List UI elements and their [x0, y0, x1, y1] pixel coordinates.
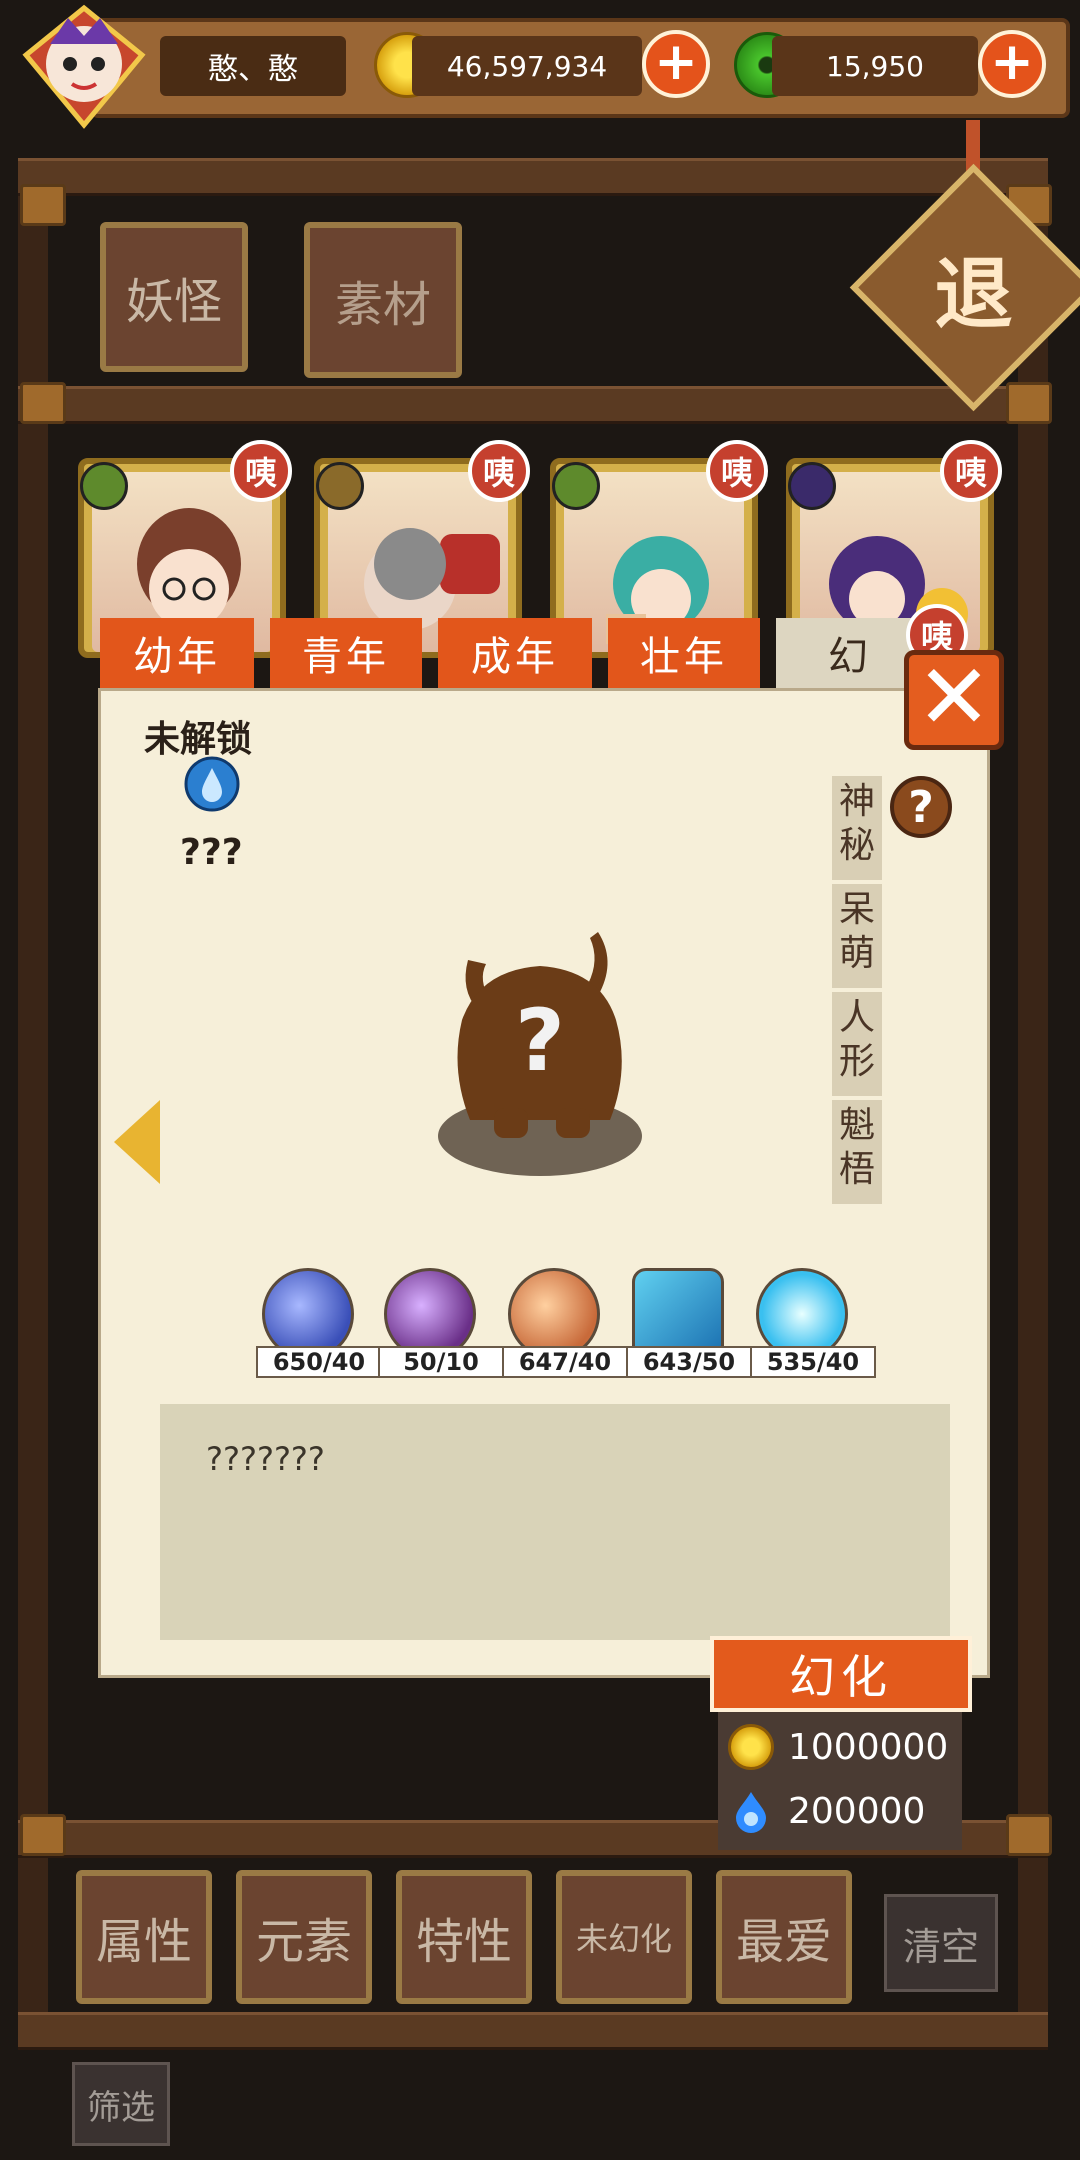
gold-coin-icon	[728, 1724, 774, 1770]
player-avatar[interactable]	[14, 0, 154, 130]
previous-arrow-icon[interactable]	[114, 1100, 160, 1184]
unknown-monster-silhouette: ?	[438, 932, 642, 1176]
tab-phantom[interactable]: 幻	[776, 618, 924, 688]
filter-trait-button[interactable]: 特性	[396, 1870, 532, 2004]
trait-tag: 神秘	[832, 776, 882, 880]
add-gold-button[interactable]: +	[642, 30, 710, 98]
card-badge: 咦	[468, 440, 530, 502]
category-material-button[interactable]: 素材	[304, 222, 462, 378]
water-element-icon	[184, 756, 240, 812]
description-text: ???????	[206, 1440, 325, 1478]
filter-button[interactable]: 筛选	[72, 2062, 170, 2146]
tab-adult[interactable]: 成年	[438, 618, 592, 688]
element-wood-icon	[552, 462, 600, 510]
skill-count: 50/10	[378, 1346, 504, 1378]
trait-tag: 呆萌	[832, 884, 882, 988]
card-badge: 咦	[706, 440, 768, 502]
skill-count: 647/40	[502, 1346, 628, 1378]
frame-bolt	[20, 184, 66, 226]
frame-bolt	[20, 382, 66, 424]
shelf-upper	[18, 386, 1048, 424]
monster-name: ???	[180, 832, 243, 873]
help-button[interactable]: ?	[890, 776, 952, 838]
skill-count: 535/40	[750, 1346, 876, 1378]
unlock-status: 未解锁	[144, 719, 253, 760]
frame-bolt	[1006, 382, 1052, 424]
element-earth-icon	[316, 462, 364, 510]
filter-attribute-button[interactable]: 属性	[76, 1870, 212, 2004]
filter-favorite-button[interactable]: 最爱	[716, 1870, 852, 2004]
shelf-top	[18, 158, 1048, 196]
trait-tag: 魁梧	[832, 1100, 882, 1204]
soul-cost: 200000	[728, 1788, 925, 1834]
filter-not-transformed-button[interactable]: 未幻化	[556, 1870, 692, 2004]
blue-flame-icon	[736, 1792, 766, 1833]
frame-bolt	[1006, 1814, 1052, 1856]
add-jade-button[interactable]: +	[978, 30, 1046, 98]
clear-button[interactable]: 清空	[884, 1894, 998, 1992]
trait-tag: 人形	[832, 992, 882, 1096]
tab-youth[interactable]: 幼年	[100, 618, 254, 688]
element-dark-icon	[788, 462, 836, 510]
jade-amount: 15,950	[772, 36, 978, 96]
tab-prime[interactable]: 壮年	[608, 618, 760, 688]
close-button[interactable]: ✕	[904, 650, 1004, 750]
filter-element-button[interactable]: 元素	[236, 1870, 372, 2004]
transform-button[interactable]: 幻化	[710, 1636, 972, 1712]
category-monster-button[interactable]: 妖怪	[100, 222, 248, 372]
card-badge: 咦	[230, 440, 292, 502]
skill-count: 643/50	[626, 1346, 752, 1378]
frame-right	[1018, 160, 1048, 2040]
player-name[interactable]: 憨、憨	[160, 36, 346, 96]
tab-young-adult[interactable]: 青年	[270, 618, 422, 688]
gold-cost: 1000000	[728, 1724, 948, 1770]
element-wood-icon	[80, 462, 128, 510]
svg-text:?: ?	[515, 991, 565, 1091]
exit-label[interactable]: 退	[886, 200, 1061, 375]
gold-amount: 46,597,934	[412, 36, 642, 96]
frame-bolt	[20, 1814, 66, 1856]
card-badge: 咦	[940, 440, 1002, 502]
frame-left	[18, 160, 48, 2040]
shelf-bottom	[18, 2012, 1048, 2050]
skill-count: 650/40	[256, 1346, 382, 1378]
